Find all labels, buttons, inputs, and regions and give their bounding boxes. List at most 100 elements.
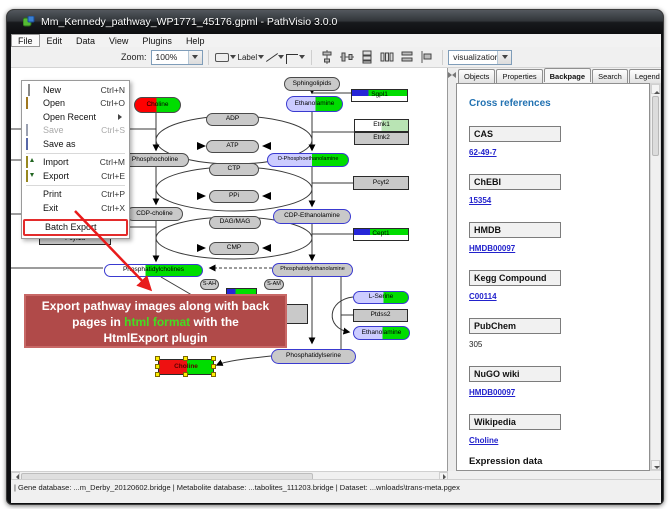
tab-backpage[interactable]: Backpage (544, 68, 591, 82)
node-phosphatidylethanolamine[interactable]: Phosphatidylethanolamine (272, 263, 353, 277)
distribute-horizontal-button[interactable] (398, 49, 416, 66)
zoom-combo-button[interactable] (188, 51, 202, 64)
node-choline-top[interactable]: Choline (134, 97, 181, 113)
node-cdp-ethanolamine[interactable]: CDP-Ethanolamine (273, 209, 351, 224)
node-ptdss2[interactable]: Ptdss2 (353, 309, 408, 322)
visualization-combo[interactable]: visualization (448, 50, 512, 65)
node-adp[interactable]: ADP (206, 113, 259, 126)
annotation-line3: HtmlExport plugin (26, 330, 285, 346)
gene-product-tool-button[interactable] (215, 49, 236, 66)
selection-handle[interactable] (211, 372, 216, 377)
node-o-phosphoethanolamine[interactable]: O-Phosphoethanolamine (267, 153, 349, 167)
link-hmdb[interactable]: HMDB00097 (469, 244, 649, 253)
chevron-down-icon (192, 55, 198, 62)
scrollbar-thumb[interactable] (652, 96, 659, 156)
node-sgpl1[interactable]: Sgpl1 (351, 89, 408, 102)
node-phosphatidylcholines[interactable]: Phosphatidylcholines (104, 264, 203, 277)
side-panel: Objects Properties Backpage Search Legen… (456, 68, 661, 471)
distribute-vertical-button[interactable] (418, 49, 436, 66)
node-etnk1[interactable]: Etnk1 (354, 119, 409, 132)
node-cdp-choline[interactable]: CDP-choline (126, 207, 183, 221)
node-ppi[interactable]: PPi (209, 190, 259, 203)
node-gene-box-partial[interactable] (286, 304, 308, 324)
stack-vertical-button[interactable] (358, 49, 376, 66)
link-wikipedia[interactable]: Choline (469, 436, 649, 445)
node-phosphocholine[interactable]: Phosphocholine (121, 153, 189, 167)
application-window: Mm_Kennedy_pathway_WP1771_45176.gpml - P… (6, 9, 664, 505)
annotation-line1: Export pathway images along with back (26, 298, 285, 314)
panel-splitter[interactable] (448, 68, 456, 471)
node-atp[interactable]: ATP (206, 140, 259, 153)
status-bar: | Gene database: ...m_Derby_20120602.bri… (11, 479, 661, 503)
node-pcyt2[interactable]: Pcyt2 (353, 176, 409, 190)
stack-horizontal-button[interactable] (378, 49, 396, 66)
menu-data[interactable]: Data (69, 34, 102, 47)
node-l-serine[interactable]: L-Serine (353, 291, 409, 304)
node-cmp[interactable]: CMP (209, 242, 259, 255)
link-chebi[interactable]: 15354 (469, 196, 649, 205)
menu-item-import[interactable]: ImportCtrl+M (23, 156, 128, 170)
visualization-combo-button[interactable] (497, 51, 511, 64)
tab-objects[interactable]: Objects (458, 69, 495, 83)
menu-help[interactable]: Help (179, 34, 212, 47)
link-kegg[interactable]: C00114 (469, 292, 649, 301)
menu-file[interactable]: File (11, 34, 40, 47)
selection-handle[interactable] (155, 364, 160, 369)
menu-item-new[interactable]: NewCtrl+N (23, 83, 128, 97)
line-tool-button[interactable] (266, 49, 284, 66)
window-title: Mm_Kennedy_pathway_WP1771_45176.gpml - P… (41, 16, 337, 28)
node-s-ah[interactable]: S-AH (200, 279, 219, 290)
backpage-panel: Cross references CAS 62-49-7 ChEBI 15354… (456, 83, 650, 471)
zoom-combo[interactable]: 100% (151, 50, 203, 65)
selection-handle[interactable] (155, 372, 160, 377)
label-tool-button[interactable]: Label (238, 49, 265, 66)
menu-item-export[interactable]: ExportCtrl+E (23, 169, 128, 183)
menu-plugins[interactable]: Plugins (135, 34, 179, 47)
save-as-icon (26, 139, 39, 149)
menu-view[interactable]: View (102, 34, 135, 47)
node-sphingolipids[interactable]: Sphingolipids (284, 77, 340, 91)
panel-vertical-scrollbar[interactable] (650, 83, 661, 471)
node-etnk2[interactable]: Etnk2 (354, 132, 409, 145)
align-center-horizontal-button[interactable] (318, 49, 336, 66)
node-s-am[interactable]: S-AM (264, 279, 284, 290)
scroll-up-button[interactable] (651, 84, 660, 94)
link-cas[interactable]: 62-49-7 (469, 148, 649, 157)
align-center-vertical-icon (340, 50, 354, 64)
menu-item-save-as[interactable]: Save as (23, 137, 128, 151)
side-panel-tabs: Objects Properties Backpage Search Legen… (458, 69, 661, 83)
node-cept1[interactable]: Cept1 (353, 228, 409, 241)
link-nugo[interactable]: HMDB00097 (469, 388, 649, 397)
section-header-cas: CAS (469, 126, 561, 142)
menu-item-open-recent[interactable]: Open Recent (23, 110, 128, 124)
pathvisio-app: Mm_Kennedy_pathway_WP1771_45176.gpml - P… (0, 0, 670, 509)
selection-handle[interactable] (211, 364, 216, 369)
align-center-vertical-button[interactable] (338, 49, 356, 66)
selection-handle[interactable] (183, 372, 188, 377)
stack-vertical-icon (360, 50, 374, 64)
selection-handle[interactable] (183, 356, 188, 361)
node-dag-mag[interactable]: DAG/MAG (209, 216, 261, 229)
connector-tool-button[interactable] (286, 49, 305, 66)
tab-search[interactable]: Search (592, 69, 628, 83)
submenu-arrow-icon (118, 114, 125, 120)
node-ctp[interactable]: CTP (209, 163, 259, 176)
menu-item-open[interactable]: OpenCtrl+O (23, 97, 128, 111)
scroll-down-button[interactable] (651, 460, 660, 470)
tab-properties[interactable]: Properties (496, 69, 542, 83)
menu-item-exit[interactable]: ExitCtrl+X (23, 201, 128, 215)
node-ethanolamine-top[interactable]: Ethanolamine (286, 96, 343, 112)
selection-handle[interactable] (155, 356, 160, 361)
menu-edit[interactable]: Edit (40, 34, 70, 47)
menu-item-batch-export[interactable]: Batch Export (25, 221, 126, 235)
title-bar[interactable]: Mm_Kennedy_pathway_WP1771_45176.gpml - P… (7, 10, 663, 34)
tab-legend[interactable]: Legend (629, 69, 661, 83)
node-ethanolamine-bottom[interactable]: Ethanolamine (353, 326, 410, 340)
distribute-horizontal-icon (400, 50, 414, 64)
chevron-down-icon (299, 55, 305, 62)
chevron-down-icon (258, 55, 264, 62)
node-phosphatidylserine[interactable]: Phosphatidylserine (271, 349, 356, 364)
selection-handle[interactable] (211, 356, 216, 361)
menu-item-print[interactable]: PrintCtrl+P (23, 188, 128, 202)
zoom-label: Zoom: (121, 52, 147, 62)
